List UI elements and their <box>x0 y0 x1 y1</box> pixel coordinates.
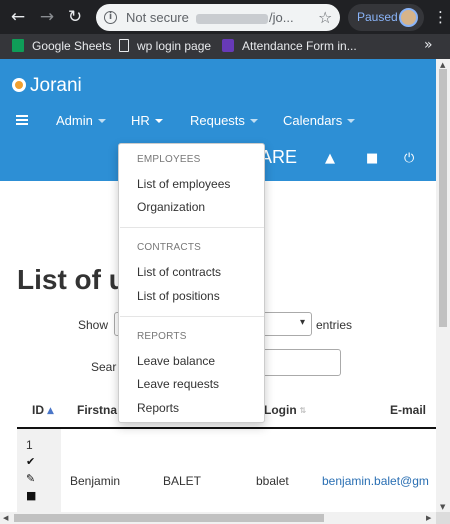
url-text[interactable]: /jo... <box>196 10 294 25</box>
more-bookmarks-icon[interactable]: » <box>424 37 433 53</box>
chevron-down-icon: ▾ <box>299 317 305 328</box>
caret-down-icon <box>154 119 163 123</box>
menu-item-organization[interactable]: Organization <box>137 200 205 214</box>
menu-item-list-of-positions[interactable]: List of positions <box>137 289 220 303</box>
scroll-up-icon[interactable]: ▲ <box>440 61 445 69</box>
page-title: List of u <box>17 264 126 295</box>
menu-item-reports[interactable]: Reports <box>137 401 179 415</box>
url-path: /jo... <box>269 10 294 25</box>
scrollbar-corner <box>436 512 450 524</box>
sheets-icon <box>12 39 24 52</box>
scroll-right-icon[interactable]: ▶ <box>426 514 431 522</box>
page-icon <box>119 39 129 52</box>
power-icon[interactable]: ⏻ <box>404 152 414 165</box>
nav-admin[interactable]: Admin <box>56 113 106 128</box>
horizontal-scroll-thumb[interactable] <box>14 514 324 522</box>
table-row <box>17 429 436 512</box>
header-title-fragment: ARE <box>260 147 298 167</box>
nav-label: Requests <box>190 113 245 128</box>
entries-label: entries <box>316 318 353 332</box>
dropdown-divider <box>120 316 264 317</box>
user-icon[interactable]: ▲ <box>325 152 335 165</box>
column-header-id[interactable]: ID ▲ <box>32 403 54 417</box>
column-header-login[interactable]: Login ⇅ <box>264 403 306 417</box>
edit-icon[interactable]: ✎ <box>26 473 35 485</box>
nav-label: HR <box>131 113 150 128</box>
bookmark-label: wp login page <box>137 39 212 53</box>
caret-down-icon <box>249 119 258 123</box>
nav-calendars[interactable]: Calendars <box>283 113 356 128</box>
dropdown-header-reports: REPORTS <box>137 331 187 342</box>
page-viewport: Jorani Admin HR Requests Calendars ARE ▲… <box>0 59 436 512</box>
profile-button[interactable]: Paused <box>348 4 424 31</box>
cell-firstname: Benjamin <box>70 474 121 488</box>
dropdown-divider <box>120 227 264 228</box>
jorani-logo-icon <box>12 78 26 92</box>
check-icon[interactable]: ✔ <box>26 456 35 468</box>
column-header-firstname[interactable]: Firstna <box>77 403 117 417</box>
bookmark-label: Google Sheets <box>32 39 112 53</box>
sort-icon: ⇅ <box>299 406 307 415</box>
security-status: Not secure <box>126 10 189 25</box>
show-label: Show <box>78 318 109 332</box>
column-header-email[interactable]: E-mail <box>390 403 426 417</box>
vertical-scrollbar[interactable]: ▲ ▼ <box>436 59 450 524</box>
bookmark-wp-login[interactable]: wp login page <box>119 39 211 54</box>
nav-hr[interactable]: HR <box>131 113 163 128</box>
cell-login: bbalet <box>256 474 289 488</box>
delete-icon[interactable]: ■ <box>26 490 36 502</box>
scroll-down-icon[interactable]: ▼ <box>440 503 445 511</box>
redacted-host <box>196 13 268 24</box>
search-label: Sear <box>91 360 117 374</box>
header-label: ID <box>32 403 44 417</box>
brand[interactable]: Jorani <box>12 75 82 97</box>
forward-arrow-icon[interactable]: → <box>37 7 57 27</box>
address-bar[interactable]: i Not secure /jo... ☆ <box>96 4 340 31</box>
vertical-scroll-thumb[interactable] <box>439 69 447 327</box>
profile-status: Paused <box>357 10 398 24</box>
list-icon[interactable] <box>16 115 28 125</box>
browser-toolbar: ← → ↻ i Not secure /jo... ☆ Paused ⋮ <box>0 0 450 34</box>
dropdown-header-employees: EMPLOYEES <box>137 154 201 165</box>
lock-icon[interactable]: ■ <box>366 152 378 165</box>
header-label: Login <box>264 403 297 417</box>
cell-lastname: BALET <box>163 474 202 488</box>
menu-item-leave-balance[interactable]: Leave balance <box>137 354 215 368</box>
reload-icon[interactable]: ↻ <box>65 7 85 27</box>
avatar <box>399 8 418 27</box>
forms-icon <box>222 39 234 52</box>
nav-label: Calendars <box>283 113 343 128</box>
id-cell <box>17 429 61 512</box>
dropdown-header-contracts: CONTRACTS <box>137 242 202 253</box>
bookmark-label: Attendance Form in... <box>242 39 357 53</box>
menu-item-list-of-contracts[interactable]: List of contracts <box>137 265 221 279</box>
brand-name: Jorani <box>30 75 82 96</box>
nav-requests[interactable]: Requests <box>190 113 258 128</box>
hr-dropdown-menu: EMPLOYEES List of employees Organization… <box>118 143 265 423</box>
browser-menu-icon[interactable]: ⋮ <box>433 8 448 26</box>
nav-label: Admin <box>56 113 93 128</box>
bookmark-google-sheets[interactable]: Google Sheets <box>12 39 111 54</box>
menu-item-list-of-employees[interactable]: List of employees <box>137 177 230 191</box>
cell-id: 1 <box>26 438 33 452</box>
bookmarks-bar: Google Sheets wp login page Attendance F… <box>0 34 450 59</box>
menu-item-leave-requests[interactable]: Leave requests <box>137 377 219 391</box>
caret-down-icon <box>97 119 106 123</box>
bookmark-attendance-form[interactable]: Attendance Form in... <box>222 39 357 54</box>
info-icon[interactable]: i <box>104 11 117 24</box>
caret-down-icon <box>347 119 356 123</box>
bookmark-star-icon[interactable]: ☆ <box>318 8 332 27</box>
sort-ascending-icon: ▲ <box>47 406 54 416</box>
cell-email-link[interactable]: benjamin.balet@gm <box>322 474 429 488</box>
horizontal-scrollbar[interactable]: ◀ ▶ <box>0 512 436 524</box>
scroll-left-icon[interactable]: ◀ <box>3 514 8 522</box>
back-arrow-icon[interactable]: ← <box>8 7 28 27</box>
